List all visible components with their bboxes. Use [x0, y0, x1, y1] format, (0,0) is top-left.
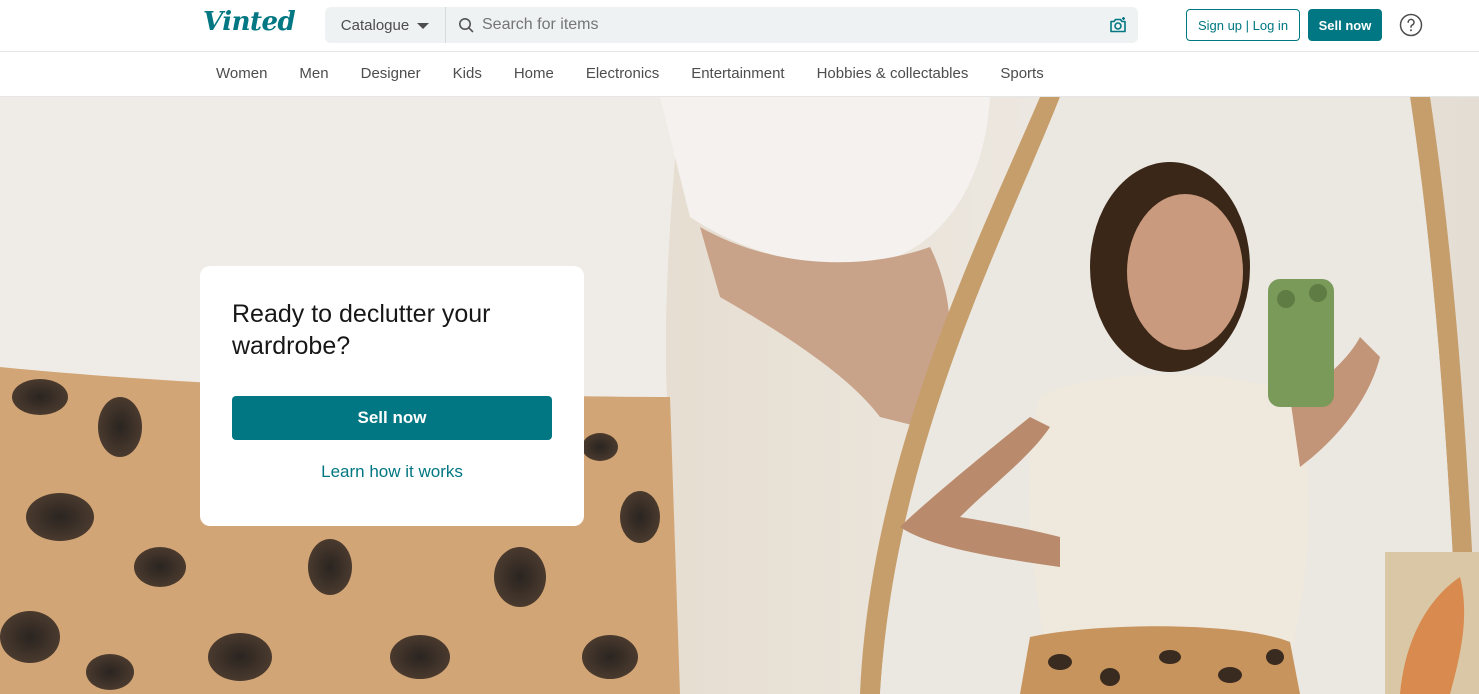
category-list: Women Men Designer Kids Home Electronics… — [200, 52, 1060, 97]
learn-how-it-works-link[interactable]: Learn how it works — [232, 462, 552, 482]
nav-item-kids[interactable]: Kids — [437, 52, 498, 97]
search-input[interactable] — [474, 7, 1108, 43]
question-circle-icon[interactable] — [1399, 13, 1423, 37]
vinted-logo[interactable]: Vinted — [203, 7, 296, 37]
catalogue-dropdown[interactable]: Catalogue — [325, 7, 446, 43]
nav-item-entertainment[interactable]: Entertainment — [675, 52, 800, 97]
search-bar: Catalogue — [325, 7, 1138, 43]
nav-item-hobbies[interactable]: Hobbies & collectables — [801, 52, 985, 97]
nav-item-designer[interactable]: Designer — [345, 52, 437, 97]
hero-title: Ready to declutter your wardrobe? — [232, 300, 491, 360]
search-icon — [459, 18, 474, 33]
nav-item-women[interactable]: Women — [200, 52, 283, 97]
hero-banner: Ready to declutter your wardrobe? Sell n… — [0, 97, 1479, 694]
camera-search-icon[interactable] — [1108, 15, 1128, 35]
nav-item-home[interactable]: Home — [498, 52, 570, 97]
signup-login-button[interactable]: Sign up | Log in — [1186, 9, 1300, 41]
nav-item-men[interactable]: Men — [283, 52, 344, 97]
hero-sell-now-button[interactable]: Sell now — [232, 396, 552, 440]
nav-item-sports[interactable]: Sports — [984, 52, 1059, 97]
sell-now-button[interactable]: Sell now — [1308, 9, 1382, 41]
category-nav: Women Men Designer Kids Home Electronics… — [0, 52, 1479, 97]
declutter-card: Ready to declutter your wardrobe? Sell n… — [200, 266, 584, 526]
site-header: Vinted Catalogue Sign up | Log in Sell n… — [0, 0, 1479, 52]
caret-down-icon — [417, 22, 430, 29]
catalogue-label: Catalogue — [340, 16, 410, 34]
nav-item-electronics[interactable]: Electronics — [570, 52, 675, 97]
